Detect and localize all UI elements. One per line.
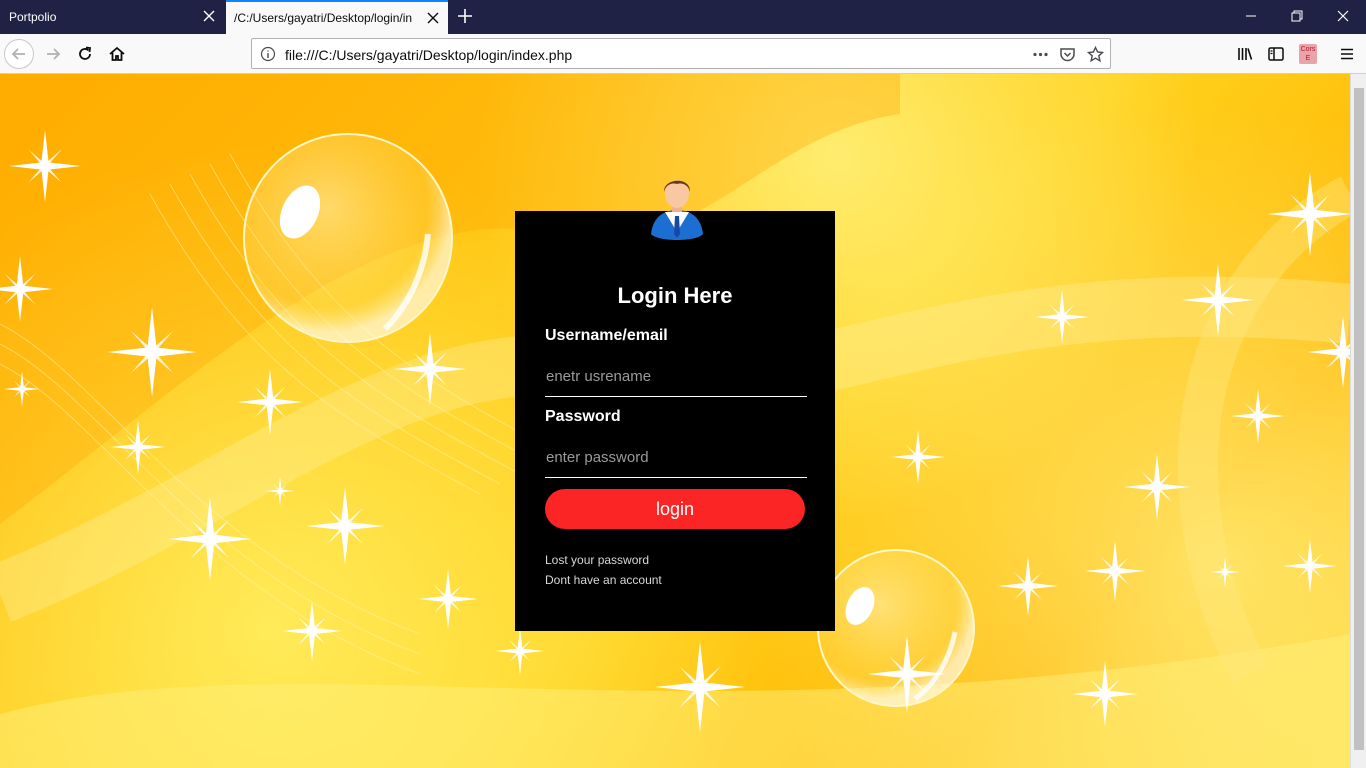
close-tab-icon[interactable] bbox=[202, 9, 216, 23]
bookmark-star-icon[interactable] bbox=[1087, 46, 1104, 63]
forward-arrow-icon bbox=[47, 48, 61, 60]
tab-login[interactable]: /C:/Users/gayatri/Desktop/login/in bbox=[226, 0, 448, 34]
hamburger-menu-icon[interactable] bbox=[1338, 45, 1356, 63]
login-title: Login Here bbox=[617, 283, 733, 308]
minimize-icon[interactable] bbox=[1243, 8, 1259, 24]
extension-label-top: Cors bbox=[1300, 46, 1316, 53]
signup-link[interactable]: Dont have an account bbox=[545, 573, 662, 587]
user-avatar-icon bbox=[651, 180, 703, 240]
tab-title: /C:/Users/gayatri/Desktop/login/in bbox=[234, 11, 413, 25]
new-tab-icon[interactable] bbox=[456, 7, 474, 25]
pocket-icon[interactable] bbox=[1059, 46, 1076, 63]
address-bar[interactable]: file:///C:/Users/gayatri/Desktop/login/i… bbox=[251, 38, 1111, 69]
login-form-card: Login Here Username/email Password login… bbox=[515, 180, 835, 631]
url-text[interactable]: file:///C:/Users/gayatri/Desktop/login/i… bbox=[285, 47, 572, 63]
navigation-toolbar: file:///C:/Users/gayatri/Desktop/login/i… bbox=[0, 34, 1366, 74]
restore-icon[interactable] bbox=[1289, 8, 1305, 24]
username-input[interactable] bbox=[545, 357, 807, 397]
tab-portpolio[interactable]: Portpolio bbox=[0, 0, 224, 34]
login-button[interactable]: login bbox=[545, 489, 805, 529]
lost-password-link[interactable]: Lost your password bbox=[545, 553, 649, 567]
page-actions-icon[interactable] bbox=[1032, 46, 1049, 63]
username-label: Username/email bbox=[545, 327, 668, 344]
home-icon bbox=[109, 46, 125, 61]
vertical-scrollbar[interactable] bbox=[1350, 74, 1366, 768]
close-window-icon[interactable] bbox=[1335, 8, 1351, 24]
extension-label-bottom: E bbox=[1305, 55, 1311, 62]
tab-strip: Portpolio /C:/Users/gayatri/Desktop/logi… bbox=[0, 0, 1366, 34]
close-tab-icon[interactable] bbox=[426, 11, 440, 25]
page-viewport: Login Here Username/email Password login… bbox=[0, 74, 1350, 768]
reload-button[interactable] bbox=[70, 39, 100, 69]
scrollbar-thumb[interactable] bbox=[1354, 88, 1364, 750]
cors-extension-button[interactable]: Cors E bbox=[1299, 44, 1317, 64]
home-button[interactable] bbox=[102, 39, 132, 69]
tab-title: Portpolio bbox=[9, 10, 57, 24]
site-info-icon[interactable] bbox=[260, 46, 276, 62]
reload-icon bbox=[79, 46, 92, 60]
sidebar-icon[interactable] bbox=[1267, 45, 1285, 63]
library-icon[interactable] bbox=[1236, 45, 1254, 63]
password-input[interactable] bbox=[545, 438, 807, 478]
password-label: Password bbox=[545, 408, 621, 425]
back-arrow-icon bbox=[11, 48, 25, 60]
back-button[interactable] bbox=[4, 39, 34, 69]
forward-button[interactable] bbox=[38, 39, 68, 69]
